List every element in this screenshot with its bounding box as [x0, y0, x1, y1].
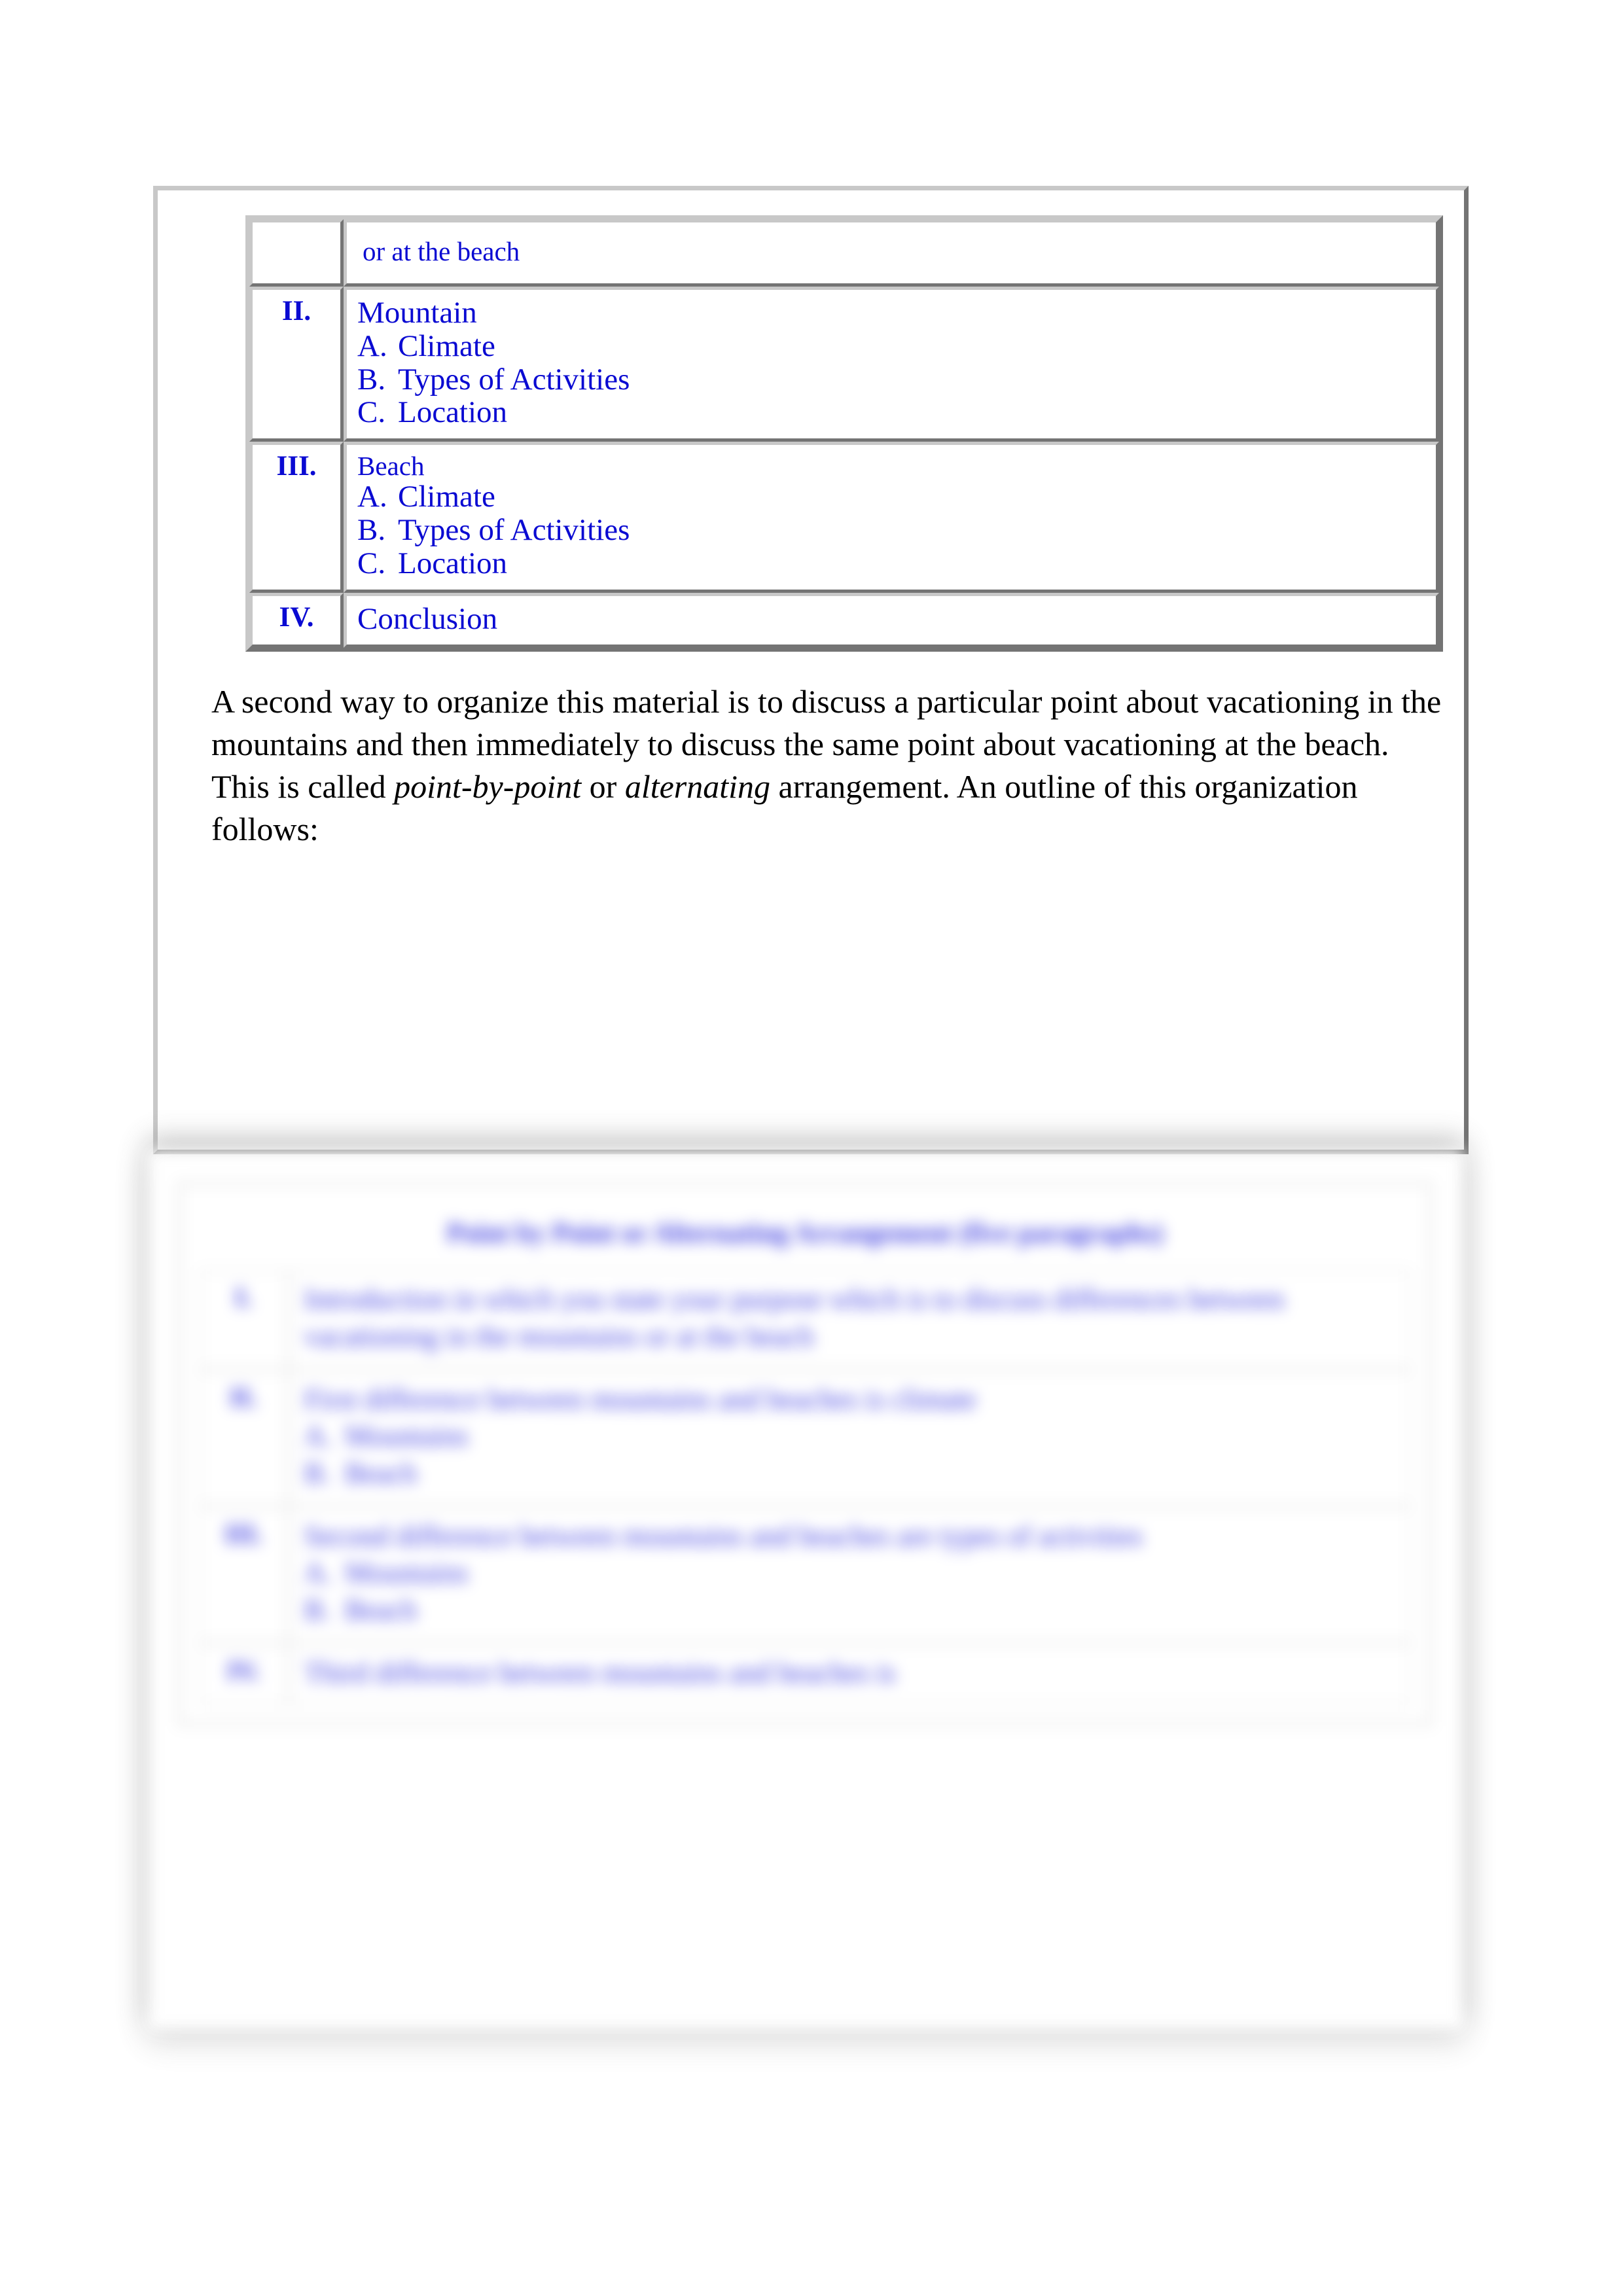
table-row: II. First difference between mountains a… [198, 1369, 1412, 1506]
row-numeral-cell: IV. [249, 592, 344, 648]
row-content-cell: Introduction in which you state your pur… [289, 1269, 1412, 1370]
row-numeral-cell [249, 219, 344, 287]
row-heading: Introduction in which you state your pur… [304, 1283, 1285, 1352]
explanatory-paragraph: A second way to organize this material i… [211, 680, 1448, 851]
row-heading: Mountain [357, 296, 477, 330]
row-numeral: II. [229, 1382, 258, 1413]
point-by-point-outline-table: I. Introduction in which you state your … [198, 1269, 1412, 1706]
blurred-table-body: I. Introduction in which you state your … [198, 1269, 1412, 1706]
table-row: IV. Conclusion [249, 592, 1439, 648]
row-content-cell: First difference between mountains and b… [289, 1369, 1412, 1506]
row-content-cell: Mountain A. Climate B. Types of Activities… [344, 287, 1439, 442]
row-numeral: II. [281, 296, 312, 327]
outline-table-body: or at the beach II. Mountain A. Climate B… [249, 219, 1439, 648]
sub-item-label: Climate [398, 480, 495, 514]
row-heading: or at the beach [363, 236, 520, 266]
sub-item-label: Location [398, 546, 508, 580]
row-numeral-cell: I. [198, 1269, 289, 1370]
sub-item-list: A. Mountains B. Beach [304, 1418, 1402, 1492]
sub-item-letter: B. [304, 1593, 331, 1626]
paragraph-emphasis-point-by-point: point-by-point [394, 768, 582, 805]
sub-item-list: A. Climate B. Types of Activities C. Locati… [357, 480, 1431, 580]
blurred-overlay-panel: Point by Point or Alternating Arrangemen… [148, 1150, 1463, 2030]
list-item: C. Location [357, 396, 1431, 429]
sub-item-list: A. Mountains B. Beach [304, 1555, 1402, 1629]
row-numeral: III. [276, 451, 317, 482]
table-row: III. Beach A. Climate B. Types of Activiti… [249, 442, 1439, 593]
list-item: A. Mountains [304, 1418, 1402, 1455]
sub-item-letter: A. [304, 1557, 332, 1589]
list-item: A. Climate [357, 480, 1431, 514]
document-page-frame: or at the beach II. Mountain A. Climate B… [153, 186, 1469, 1154]
sub-item-label: Beach [345, 1457, 417, 1489]
list-item: B. Beach [304, 1592, 1402, 1629]
row-numeral-cell: II. [198, 1369, 289, 1506]
sub-item-label: Types of Activities [398, 513, 630, 548]
table-row: III. Second difference between mountains… [198, 1506, 1412, 1643]
sub-item-letter: A. [304, 1420, 332, 1453]
row-content-cell: Beach A. Climate B. Types of Activities C.… [344, 442, 1439, 593]
sub-item-label: Climate [398, 328, 495, 363]
list-item: B. Types of Activities [357, 362, 1431, 397]
subject-by-subject-outline-table: or at the beach II. Mountain A. Climate B… [245, 215, 1443, 652]
row-numeral-cell: IV. [198, 1642, 289, 1706]
sub-item-label: Mountains [345, 1557, 469, 1589]
blurred-outline-container: Point by Point or Alternating Arrangemen… [177, 1181, 1433, 1727]
sub-item-letter: A. [357, 328, 387, 363]
row-numeral-cell: III. [249, 442, 344, 593]
row-numeral: IV. [226, 1655, 260, 1686]
list-item: A. Climate [357, 328, 1431, 363]
row-content-cell: Conclusion [344, 592, 1439, 648]
row-numeral-cell: III. [198, 1506, 289, 1643]
row-content-cell: or at the beach [344, 219, 1439, 287]
sub-item-letter: B. [357, 362, 386, 397]
sub-item-label: Beach [345, 1593, 417, 1626]
row-heading: First difference between mountains and b… [304, 1383, 976, 1416]
sub-item-letter: A. [357, 480, 387, 514]
row-numeral-cell: II. [249, 287, 344, 442]
sub-item-letter: B. [304, 1457, 331, 1489]
list-item: B. Beach [304, 1455, 1402, 1492]
table-row: IV. Third difference between mountains a… [198, 1642, 1412, 1706]
row-content-cell: Third difference between mountains and b… [289, 1642, 1412, 1706]
row-heading: Conclusion [357, 601, 498, 636]
table-row: II. Mountain A. Climate B. Types of Activi… [249, 287, 1439, 442]
row-numeral: IV. [279, 601, 314, 633]
paragraph-part-2: or [581, 768, 625, 805]
list-item: C. Location [357, 546, 1431, 580]
row-heading: Beach [357, 451, 425, 482]
row-heading: Third difference between mountains and b… [304, 1656, 896, 1689]
sub-item-letter: C. [357, 395, 386, 430]
paragraph-emphasis-alternating: alternating [624, 768, 771, 805]
row-numeral: I. [234, 1282, 253, 1313]
sub-item-label: Types of Activities [398, 362, 630, 397]
row-heading: Second difference between mountains and … [304, 1519, 1143, 1552]
sub-item-label: Location [398, 395, 508, 430]
row-content-cell: Second difference between mountains and … [289, 1506, 1412, 1643]
table-row: I. Introduction in which you state your … [198, 1269, 1412, 1370]
sub-item-label: Mountains [345, 1420, 469, 1453]
list-item: A. Mountains [304, 1555, 1402, 1591]
row-numeral: III. [224, 1518, 263, 1549]
list-item: B. Types of Activities [357, 514, 1431, 547]
sub-item-list: A. Climate B. Types of Activities C. Locati… [357, 328, 1431, 429]
table-row: or at the beach [249, 219, 1439, 287]
sub-item-letter: C. [357, 546, 386, 580]
sub-item-letter: B. [357, 513, 386, 548]
blurred-section-title: Point by Point or Alternating Arrangemen… [446, 1218, 1164, 1248]
